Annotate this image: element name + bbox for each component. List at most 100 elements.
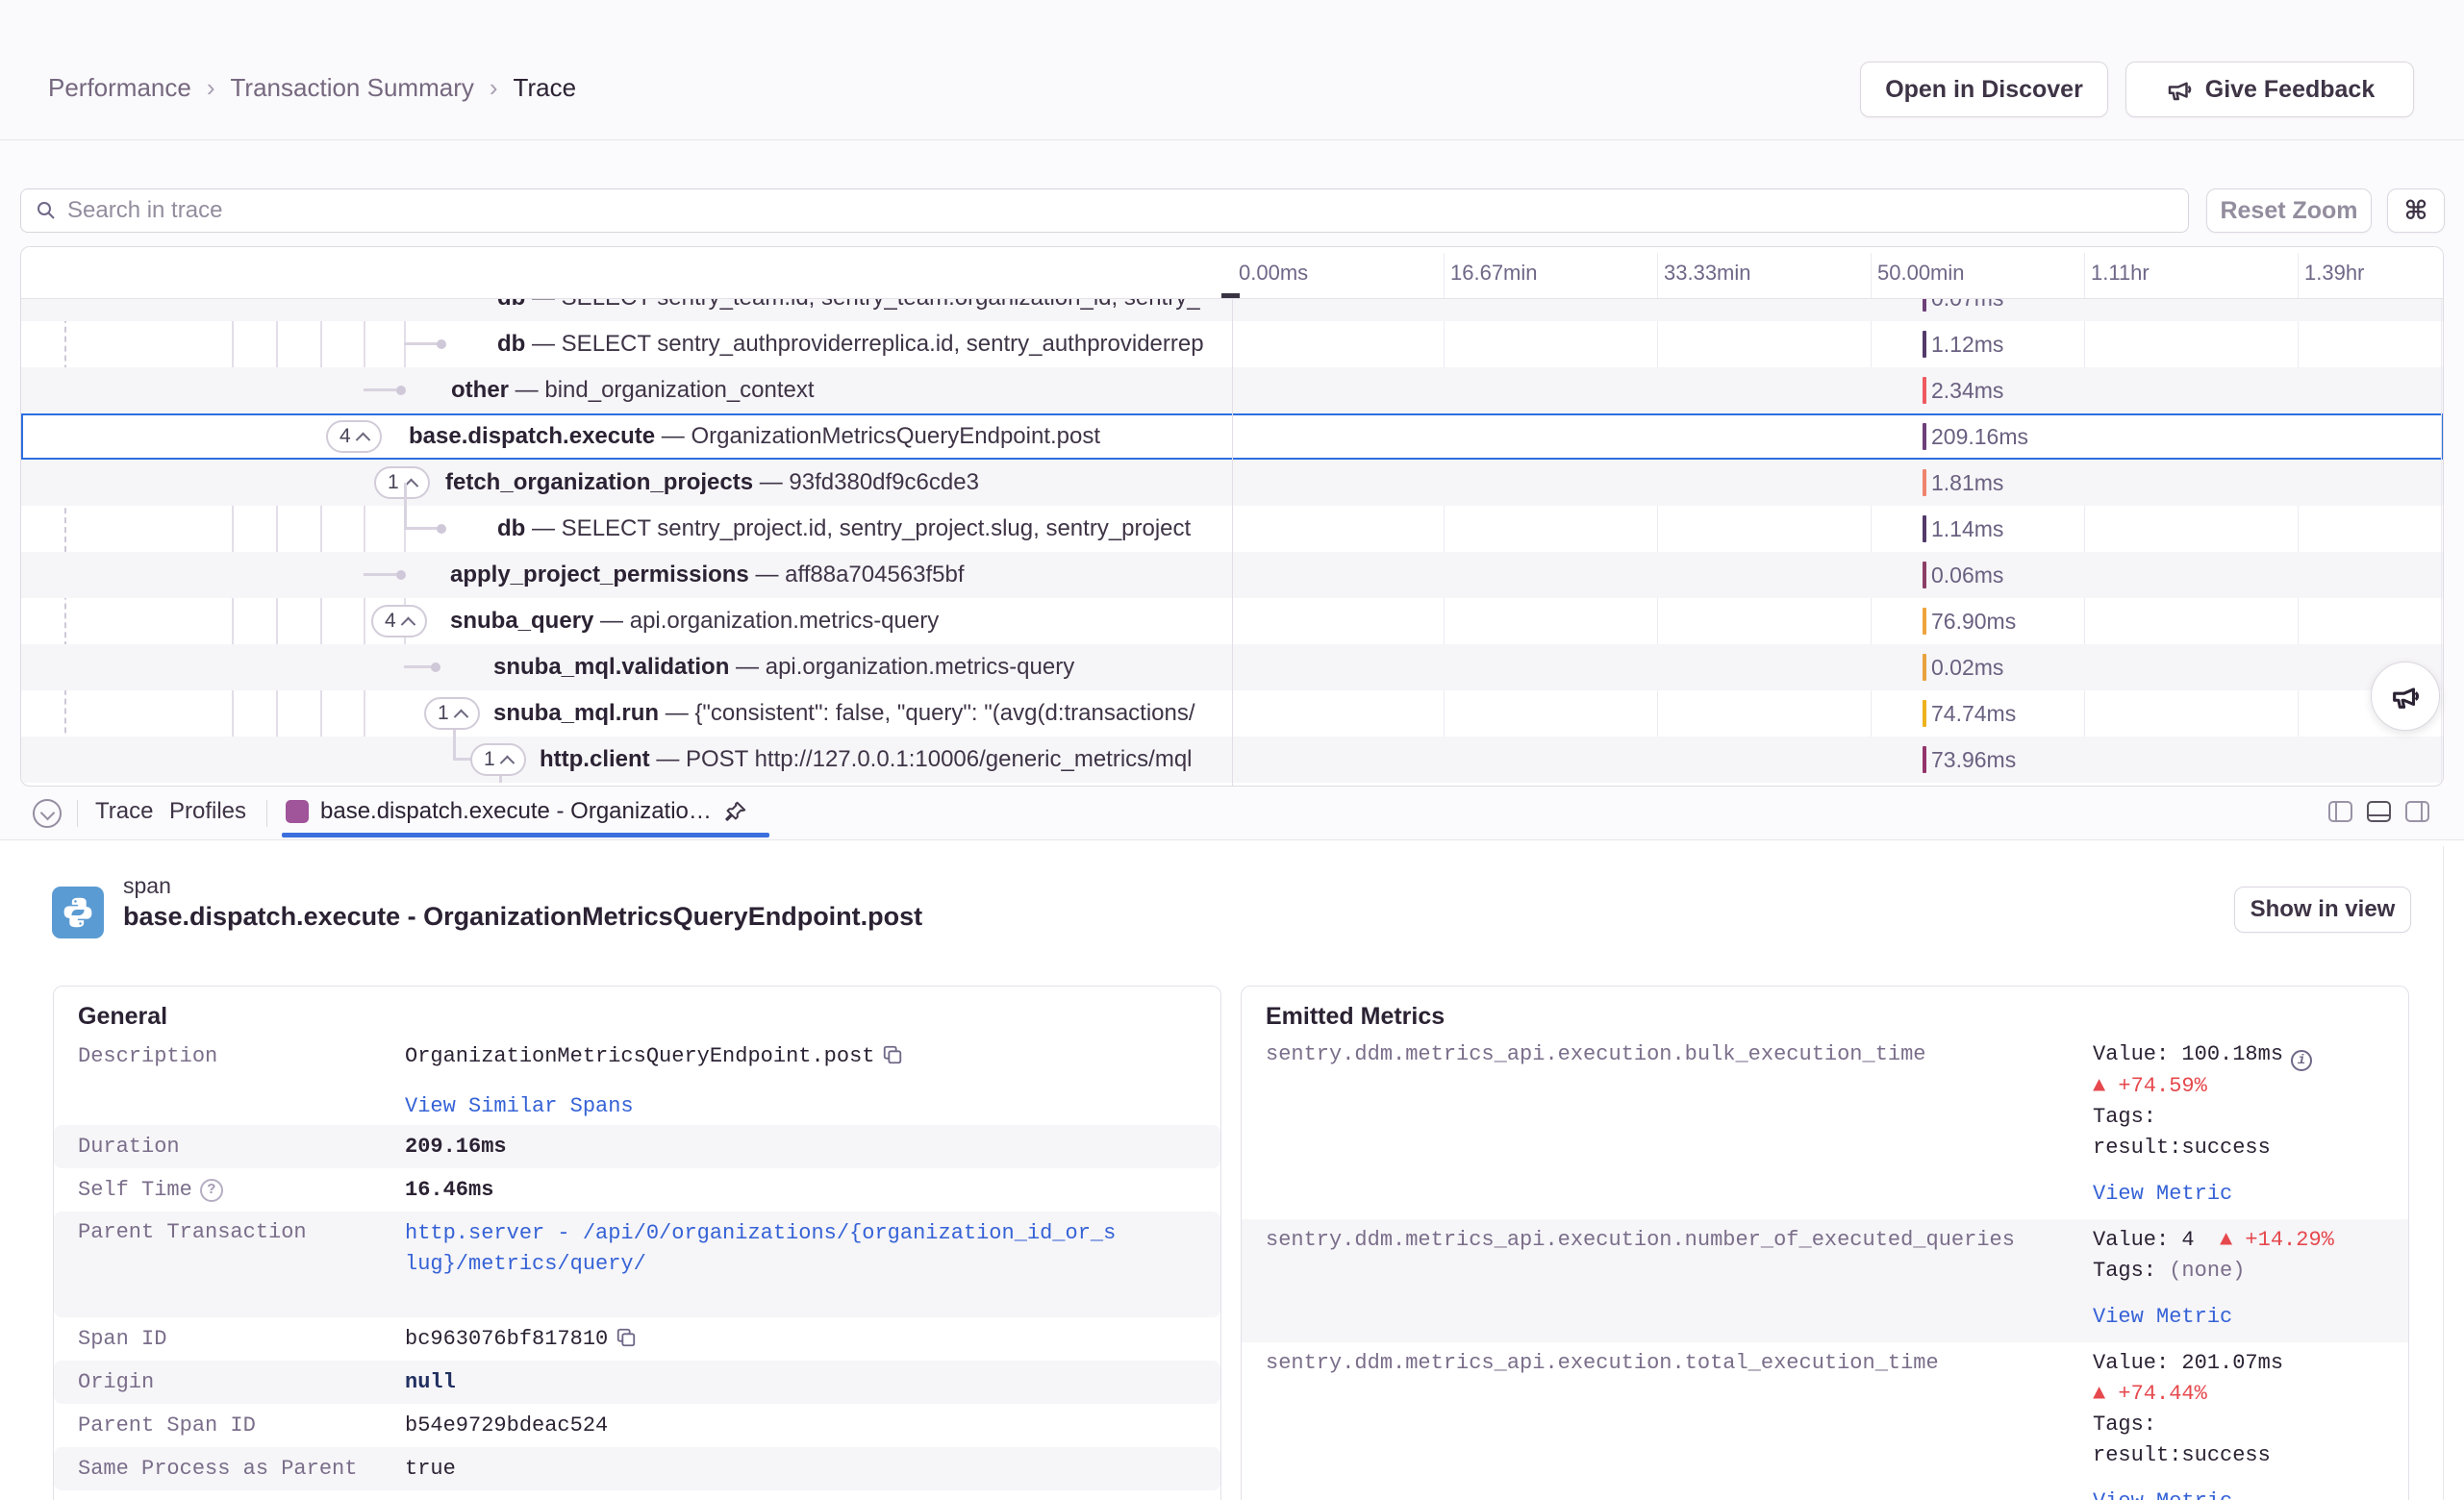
command-icon: ⌘ (2403, 196, 2427, 226)
tree-chart-divider[interactable] (1232, 247, 1233, 786)
breadcrumb-transaction-summary[interactable]: Transaction Summary (231, 73, 474, 103)
view-similar-spans-link[interactable]: View Similar Spans (405, 1094, 634, 1118)
children-count: 1 (388, 471, 399, 494)
self-time-row: Self Time? 16.46ms (54, 1168, 1220, 1212)
give-feedback-button[interactable]: Give Feedback (2125, 62, 2414, 117)
pin-icon[interactable] (723, 799, 748, 824)
breadcrumb-performance[interactable]: Performance (48, 73, 191, 103)
span-duration: 2.34ms (1931, 367, 2003, 413)
python-icon (52, 887, 104, 938)
span-bar (1923, 700, 1926, 727)
show-in-view-label: Show in view (2250, 896, 2396, 923)
info-icon[interactable]: i (2291, 1050, 2312, 1071)
megaphone-icon (2165, 75, 2194, 104)
view-metric-link[interactable]: View Metric (2093, 1179, 2381, 1210)
tree-leaf-dot-icon (437, 339, 446, 349)
expand-collapse-pill[interactable]: 4 (371, 605, 427, 638)
children-count: 1 (484, 748, 495, 771)
span-duration: 74.74ms (1931, 690, 2016, 737)
top-bar: Performance › Transaction Summary › Trac… (0, 0, 2464, 140)
metric-tags-value: result:success (2093, 1136, 2271, 1160)
span-bar (1923, 654, 1926, 681)
children-count: 4 (339, 425, 351, 448)
copy-icon[interactable] (616, 1321, 637, 1364)
expand-collapse-pill[interactable]: 1 (374, 466, 430, 499)
parent-span-id-label: Parent Span ID (78, 1404, 405, 1447)
time-axis-header: 0.00ms 16.67min 33.33min 50.00min 1.11hr… (21, 247, 2443, 299)
tree-connector (404, 483, 407, 528)
axis-tick: 0.00ms (1239, 247, 1308, 298)
emitted-metrics-section: Emitted Metrics sentry.ddm.metrics_api.e… (1241, 986, 2409, 1500)
reset-zoom-button[interactable]: Reset Zoom (2206, 188, 2372, 233)
same-process-label: Same Process as Parent (78, 1447, 405, 1490)
duration-label: Duration (78, 1125, 405, 1168)
layout-right-panel-icon[interactable] (2405, 801, 2429, 822)
time-gridline (1871, 253, 1872, 298)
collapse-panel-button[interactable] (33, 799, 62, 828)
tab-trace[interactable]: Trace (95, 787, 153, 837)
span-bar (1923, 469, 1926, 496)
tree-connector (499, 776, 502, 783)
open-in-discover-button[interactable]: Open in Discover (1860, 62, 2108, 117)
tab-divider (77, 800, 78, 827)
metric-name: sentry.ddm.metrics_api.execution.total_e… (1266, 1348, 2093, 1379)
show-in-view-button[interactable]: Show in view (2234, 887, 2411, 933)
self-time-value: 16.46ms (405, 1168, 1126, 1212)
tree-leaf-dot-icon (437, 524, 446, 534)
feedback-floating-button[interactable] (2371, 662, 2440, 731)
breadcrumb-separator-icon: › (490, 73, 498, 103)
view-metric-link[interactable]: View Metric (2093, 1302, 2381, 1333)
tab-pinned-span[interactable]: base.dispatch.execute - Organizatio… (286, 787, 748, 837)
metric-row: sentry.ddm.metrics_api.execution.total_e… (1242, 1342, 2408, 1500)
span-duration: 209.16ms (1931, 413, 2028, 460)
axis-tick: 33.33min (1664, 247, 1751, 298)
expand-collapse-pill[interactable]: 1 (424, 697, 480, 730)
start-date-value: Oct 10, 2024 4:01:04 PM UTC (405, 1490, 1126, 1500)
metric-value: Value: 201.07ms (2093, 1351, 2283, 1375)
metric-tags-value: (none) (2169, 1259, 2245, 1283)
copy-icon[interactable] (882, 1038, 903, 1084)
axis-tick: 1.39hr (2304, 247, 2364, 298)
span-duration: 0.06ms (1931, 552, 2003, 598)
emitted-metrics-title: Emitted Metrics (1242, 1002, 2408, 1031)
origin-row: Origin null (54, 1361, 1220, 1404)
metric-delta: ▲ +74.44% (2093, 1382, 2207, 1406)
help-icon[interactable]: ? (200, 1179, 223, 1202)
search-input[interactable]: Search in trace (20, 188, 2189, 233)
metric-value: Value: 4 (2093, 1228, 2195, 1252)
metric-row: sentry.ddm.metrics_api.execution.number_… (1242, 1219, 2408, 1342)
time-gridline (2084, 253, 2085, 298)
span-duration: 1.12ms (1931, 321, 2003, 367)
expand-collapse-pill[interactable]: 4 (326, 420, 382, 453)
minimap-cursor-tick (1221, 293, 1240, 298)
tree-leaf-dot-icon (396, 570, 406, 580)
span-bar (1923, 331, 1926, 358)
span-duration: 0.02ms (1931, 644, 2003, 690)
waterfall-scrollbar[interactable] (2441, 298, 2442, 781)
search-placeholder: Search in trace (67, 197, 222, 224)
detail-scrollbar[interactable] (2443, 846, 2444, 1500)
metric-tags-label: Tags: (2093, 1259, 2156, 1283)
time-gridline (2298, 253, 2299, 298)
expand-collapse-pill[interactable]: 1 (470, 743, 526, 776)
shortcut-command-button[interactable]: ⌘ (2387, 188, 2445, 233)
parent-transaction-link[interactable]: http.server - /api/0/organizations/{orga… (405, 1212, 1126, 1280)
metric-value: Value: 100.18ms (2093, 1042, 2283, 1066)
pinned-tab-label: base.dispatch.execute - Organizatio… (320, 798, 712, 825)
span-color-swatch (286, 800, 309, 823)
general-title: General (54, 1002, 1220, 1031)
search-icon (35, 199, 58, 222)
tab-profiles[interactable]: Profiles (169, 787, 246, 837)
layout-left-panel-icon[interactable] (2328, 801, 2352, 822)
time-gridline (1657, 253, 1658, 298)
axis-tick: 50.00min (1877, 247, 1965, 298)
span-detail-panel: span base.dispatch.execute - Organizatio… (0, 840, 2464, 1500)
same-process-row: Same Process as Parent true (54, 1447, 1220, 1490)
start-date-label: Start Date (78, 1490, 405, 1500)
span-title: base.dispatch.execute - OrganizationMetr… (123, 902, 922, 932)
axis-tick: 16.67min (1450, 247, 1538, 298)
self-time-label: Self Time (78, 1168, 192, 1212)
view-metric-link[interactable]: View Metric (2093, 1487, 2381, 1500)
layout-bottom-panel-icon[interactable] (2367, 801, 2391, 822)
parent-span-id-value: b54e9729bdeac524 (405, 1404, 1126, 1447)
